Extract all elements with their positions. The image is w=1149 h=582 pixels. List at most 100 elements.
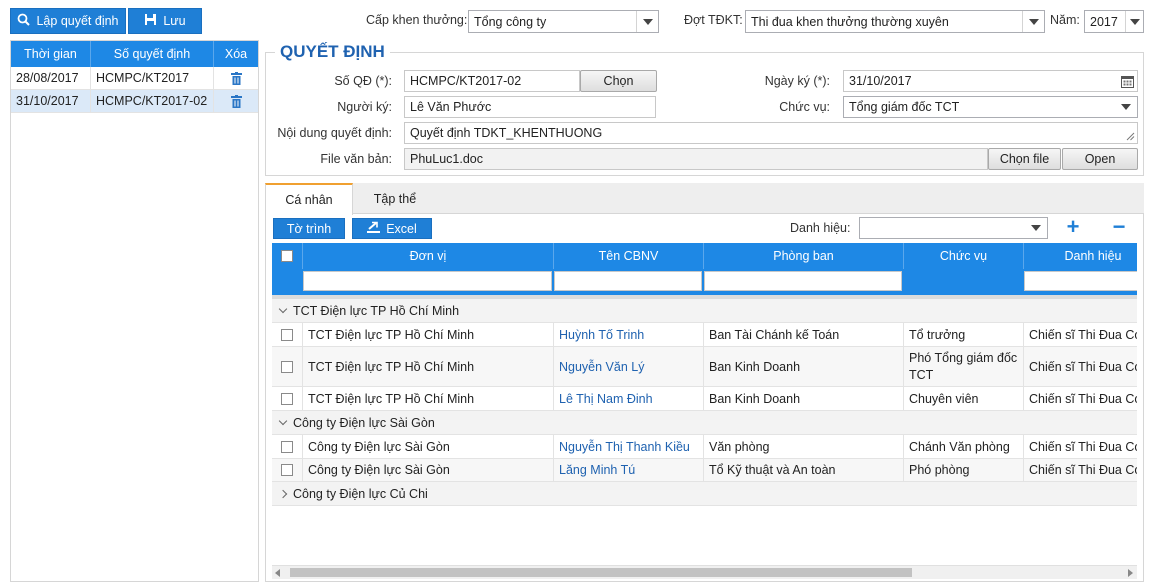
chevron-down-icon: [1115, 97, 1137, 117]
cell-name-link[interactable]: Lê Thị Nam Đinh: [554, 387, 704, 410]
scroll-right-icon[interactable]: [1128, 569, 1133, 577]
group-label: Công ty Điện lực Củ Chi: [293, 486, 428, 501]
position-value: Tổng giám đốc TCT: [849, 100, 960, 114]
cell-name-link[interactable]: Nguyễn Thị Thanh Kiều: [554, 435, 704, 458]
add-icon[interactable]: +: [1064, 214, 1082, 239]
table-row[interactable]: Công ty Điện lực Sài Gòn Nguyễn Thị Than…: [272, 435, 1137, 459]
filter-unit: [303, 271, 554, 295]
filter-name-input[interactable]: [554, 271, 702, 291]
choose-file-button[interactable]: Chọn file: [988, 148, 1061, 170]
file-label: File văn bản:: [320, 152, 392, 166]
tab-individual[interactable]: Cá nhân: [265, 183, 353, 215]
group-row[interactable]: TCT Điện lực TP Hồ Chí Minh: [272, 299, 1137, 323]
group-row[interactable]: Công ty Điện lực Sài Gòn: [272, 411, 1137, 435]
chevron-down-icon: [1025, 218, 1047, 238]
level-select[interactable]: Tổng công ty: [468, 10, 659, 33]
decision-row[interactable]: 28/08/2017 HCMPC/KT2017: [11, 67, 258, 90]
search-icon: [17, 13, 31, 29]
cell-dept: Văn phòng: [704, 435, 904, 458]
filter-title-input[interactable]: [1024, 271, 1137, 291]
excel-button[interactable]: Excel: [352, 218, 432, 239]
resize-handle-icon[interactable]: [1123, 123, 1137, 143]
grid-header: Đơn vị Tên CBNV Phòng ban Chức vụ Danh h…: [272, 243, 1137, 269]
header-unit: Đơn vị: [303, 243, 554, 269]
header-number: Số quyết định: [91, 41, 214, 67]
scrollbar-thumb[interactable]: [290, 568, 912, 577]
choose-button[interactable]: Chọn: [580, 70, 657, 92]
file-field[interactable]: PhuLuc1.doc: [404, 148, 988, 170]
table-row[interactable]: TCT Điện lực TP Hồ Chí Minh Lê Thị Nam Đ…: [272, 387, 1137, 411]
title-filter-select[interactable]: [859, 217, 1048, 239]
content-label: Nội dung quyết định:: [277, 126, 392, 140]
chevron-right-icon: [278, 489, 288, 498]
filter-title: [1024, 271, 1137, 295]
position-select[interactable]: Tổng giám đốc TCT: [843, 96, 1138, 118]
filter-spacer: [272, 271, 303, 295]
decision-date: 28/08/2017: [11, 67, 91, 89]
cell-name-link[interactable]: Huỳnh Tố Trinh: [554, 323, 704, 346]
create-decision-label: Lập quyết định: [36, 14, 119, 28]
row-checkbox[interactable]: [272, 347, 303, 386]
row-checkbox[interactable]: [272, 459, 303, 481]
cell-position: Phó phòng: [904, 459, 1024, 481]
header-title: Danh hiệu: [1064, 249, 1122, 263]
chevron-down-icon: [636, 11, 658, 32]
year-label: Năm:: [1050, 13, 1080, 27]
decision-row[interactable]: 31/10/2017 HCMPC/KT2017-02: [11, 90, 258, 113]
cell-dept: Tổ Kỹ thuật và An toàn: [704, 459, 904, 481]
position-label: Chức vụ:: [779, 100, 830, 114]
remove-icon[interactable]: −: [1110, 214, 1128, 239]
export-icon: [367, 221, 381, 236]
chevron-down-icon: [278, 416, 288, 426]
submit-report-button[interactable]: Tờ trình: [273, 218, 345, 239]
group-label: Công ty Điện lực Sài Gòn: [293, 415, 435, 430]
decision-list-header: Thời gian Số quyết định Xóa: [11, 41, 258, 67]
number-field[interactable]: HCMPC/KT2017-02: [404, 70, 580, 92]
cell-unit: TCT Điện lực TP Hồ Chí Minh: [303, 347, 554, 386]
header-date: Thời gian: [11, 41, 91, 67]
cell-name-link[interactable]: Nguyễn Văn Lý: [554, 347, 704, 386]
open-button[interactable]: Open: [1062, 148, 1138, 170]
sign-date-field[interactable]: 31/10/2017: [843, 70, 1138, 92]
group-label: TCT Điện lực TP Hồ Chí Minh: [293, 303, 460, 318]
filter-unit-input[interactable]: [303, 271, 552, 291]
excel-label: Excel: [386, 221, 417, 236]
row-checkbox[interactable]: [272, 435, 303, 458]
cell-title: Chiến sĩ Thi Đua Cơ sở: [1029, 327, 1137, 342]
period-value: Thi đua khen thưởng thường xuyên: [751, 14, 949, 29]
award-grid: Đơn vị Tên CBNV Phòng ban Chức vụ Danh h…: [272, 243, 1137, 565]
row-checkbox[interactable]: [272, 323, 303, 346]
form-title: QUYẾT ĐỊNH: [275, 42, 390, 62]
save-button[interactable]: Lưu: [128, 8, 202, 34]
trash-icon[interactable]: [214, 90, 258, 112]
year-select[interactable]: 2017: [1084, 10, 1144, 33]
create-decision-button[interactable]: Lập quyết định: [10, 8, 126, 34]
table-row[interactable]: TCT Điện lực TP Hồ Chí Minh Huỳnh Tố Tri…: [272, 323, 1137, 347]
period-label: Đợt TĐKT:: [684, 13, 743, 27]
group-row[interactable]: Công ty Điện lực Củ Chi: [272, 482, 1137, 506]
table-row[interactable]: Công ty Điện lực Sài Gòn Lăng Minh Tú Tổ…: [272, 459, 1137, 482]
period-select[interactable]: Thi đua khen thưởng thường xuyên: [745, 10, 1045, 33]
select-all-checkbox[interactable]: [272, 243, 303, 269]
content-field[interactable]: Quyết định TDKT_KHENTHUONG: [404, 122, 1138, 144]
filter-dept: [704, 271, 904, 295]
trash-icon[interactable]: [214, 67, 258, 89]
decision-number: HCMPC/KT2017-02: [91, 90, 214, 112]
submit-report-label: Tờ trình: [286, 221, 332, 236]
tab-group[interactable]: Tập thể: [355, 183, 435, 214]
signer-field[interactable]: Lê Văn Phước: [404, 96, 656, 118]
cell-unit: TCT Điện lực TP Hồ Chí Minh: [303, 387, 554, 410]
save-label: Lưu: [163, 14, 186, 28]
cell-title: Chiến sĩ Thi Đua Cơ sở: [1029, 359, 1137, 374]
cell-title: Chiến sĩ Thi Đua Cơ sở: [1029, 439, 1137, 454]
row-checkbox[interactable]: [272, 387, 303, 410]
filter-dept-input[interactable]: [704, 271, 902, 291]
cell-name-link[interactable]: Lăng Minh Tú: [554, 459, 704, 481]
table-row[interactable]: TCT Điện lực TP Hồ Chí Minh Nguyễn Văn L…: [272, 347, 1137, 387]
horizontal-scrollbar[interactable]: [272, 565, 1137, 579]
scroll-left-icon[interactable]: [275, 569, 280, 577]
calendar-icon[interactable]: [1117, 75, 1137, 88]
cell-position: Chánh Văn phòng: [904, 435, 1024, 458]
header-name: Tên CBNV: [554, 243, 704, 269]
decision-number: HCMPC/KT2017: [91, 67, 214, 89]
